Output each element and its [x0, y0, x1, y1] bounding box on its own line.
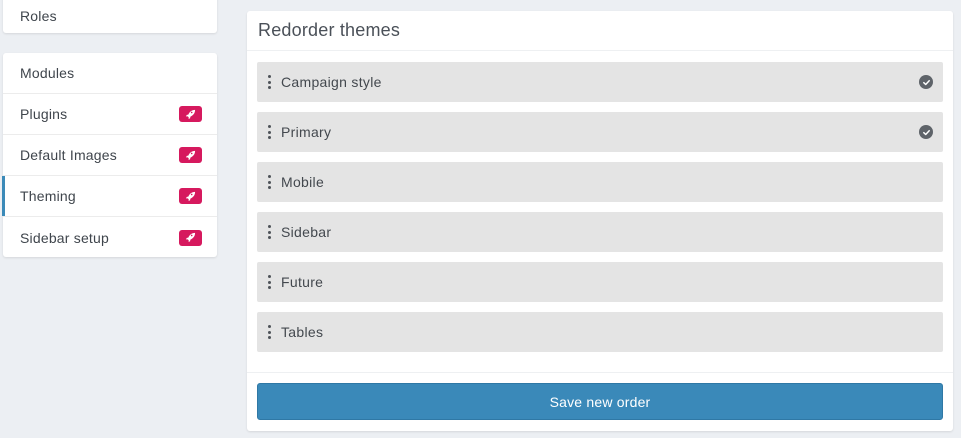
sidebar-item-default-images[interactable]: Default Images [3, 135, 217, 176]
check-circle-icon [919, 125, 933, 139]
sidebar-item-modules[interactable]: Modules [3, 53, 217, 94]
theme-name: Primary [281, 124, 332, 140]
sidebar-item-label: Theming [20, 188, 76, 204]
panel-divider [247, 372, 953, 373]
reorder-themes-panel: Redorder themes Campaign style Primary M… [247, 11, 953, 431]
sidebar-item-label: Sidebar setup [20, 229, 109, 246]
theme-name: Sidebar [281, 224, 332, 240]
drag-handle-icon[interactable] [267, 175, 271, 189]
theme-row-mobile[interactable]: Mobile [257, 162, 943, 202]
drag-handle-icon[interactable] [267, 225, 271, 239]
theme-row-sidebar[interactable]: Sidebar [257, 212, 943, 252]
theme-name: Tables [281, 324, 324, 340]
drag-handle-icon[interactable] [267, 75, 271, 89]
sidebar-item-sidebar-setup[interactable]: Sidebar setup [3, 217, 217, 258]
theme-name: Mobile [281, 174, 325, 190]
sidebar-item-label: Default Images [20, 147, 117, 163]
sidebar-item-label: Plugins [20, 106, 68, 122]
sidebar-item-theming[interactable]: Theming [2, 176, 217, 217]
theme-row-future[interactable]: Future [257, 262, 943, 302]
drag-handle-icon[interactable] [267, 125, 271, 139]
theme-name: Campaign style [281, 74, 382, 90]
sidebar-roles-card: Roles [3, 0, 217, 33]
sidebar-item-roles[interactable]: Roles [3, 0, 217, 33]
save-new-order-button[interactable]: Save new order [257, 383, 943, 420]
theme-name: Future [281, 274, 324, 290]
panel-title: Redorder themes [247, 11, 953, 51]
theme-row-campaign-style[interactable]: Campaign style [257, 62, 943, 102]
drag-handle-icon[interactable] [267, 275, 271, 289]
sidebar-item-label: Roles [20, 7, 57, 24]
sidebar-item-plugins[interactable]: Plugins [3, 94, 217, 135]
rocket-icon [179, 188, 202, 204]
check-circle-icon [919, 75, 933, 89]
drag-handle-icon[interactable] [267, 325, 271, 339]
theme-row-primary[interactable]: Primary [257, 112, 943, 152]
theme-list: Campaign style Primary Mobile Sidebar Fu… [257, 62, 943, 362]
sidebar-item-label: Modules [20, 65, 75, 81]
rocket-icon [179, 147, 202, 163]
rocket-icon [179, 106, 202, 122]
theme-row-tables[interactable]: Tables [257, 312, 943, 352]
rocket-icon [179, 229, 202, 246]
sidebar-nav-card: Modules Plugins Default Images Theming S… [2, 53, 217, 258]
